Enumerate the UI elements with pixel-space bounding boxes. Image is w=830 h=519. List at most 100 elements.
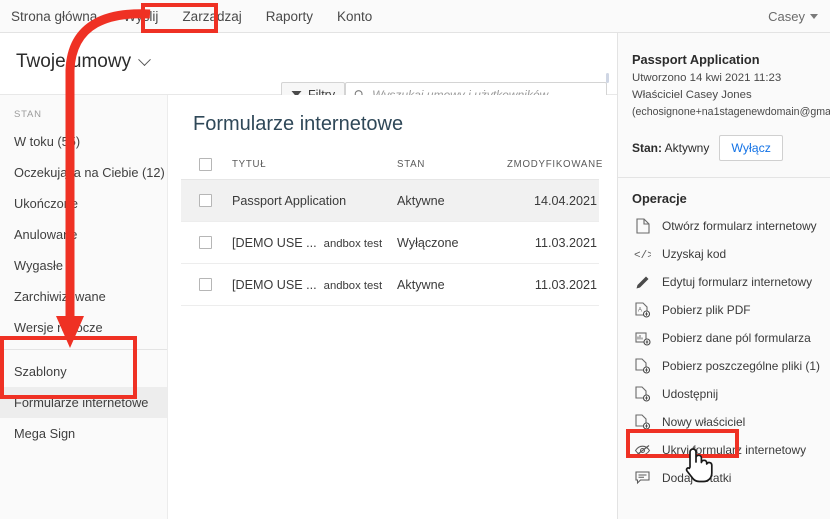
op-label: Uzyskaj kod	[662, 247, 727, 261]
note-icon	[634, 470, 651, 487]
row-title-text: [DEMO USE ...	[232, 235, 317, 250]
op-label: Pobierz dane pól formularza	[662, 331, 811, 345]
op-open-web-form[interactable]: Otwórz formularz internetowy	[618, 212, 830, 240]
row-modified: 11.03.2021	[534, 277, 597, 292]
table-header-row: TYTUŁ STAN ZMODYFIKOWANE	[181, 150, 604, 180]
row-select-cell	[181, 236, 229, 249]
row-checkbox[interactable]	[198, 278, 212, 291]
sidebar-item-completed[interactable]: Ukończone	[0, 188, 167, 219]
status-label-group: Stan: Aktywny	[632, 141, 709, 155]
op-download-form-data[interactable]: Pobierz dane pól formularza	[618, 324, 830, 352]
row-title: [DEMO USE ... andbox test	[229, 236, 397, 250]
status-badge: Aktywny	[664, 141, 710, 155]
op-label: Pobierz poszczególne pliki (1)	[662, 359, 820, 373]
page-title-label: Twoje umowy	[16, 51, 132, 72]
pencil-icon	[634, 274, 651, 291]
row-state: Aktywne	[397, 277, 445, 292]
web-forms-table: TYTUŁ STAN ZMODYFIKOWANE Passport Applic…	[181, 150, 604, 306]
op-label: Otwórz formularz internetowy	[662, 219, 817, 233]
user-menu-label: Casey	[768, 9, 805, 24]
sidebar-divider	[0, 349, 167, 350]
sidebar-item-cancelled[interactable]: Anulowane	[0, 219, 167, 250]
row-title-tail: andbox test	[323, 237, 383, 250]
disable-button[interactable]: Wyłącz	[719, 135, 783, 161]
sidebar-item-in-progress[interactable]: W toku (55)	[0, 126, 167, 157]
nav-send[interactable]: Wyślij	[111, 0, 170, 33]
table-row[interactable]: [DEMO USE ... andbox test Aktywne 11.03.…	[181, 264, 599, 306]
chevron-down-icon	[138, 52, 151, 66]
sidebar-item-templates[interactable]: Szablony	[0, 356, 167, 387]
sidebar-item-waiting-for-you[interactable]: Oczekująca na Ciebie (12)	[0, 157, 167, 188]
form-data-download-icon	[634, 330, 651, 347]
row-title-tail: andbox test	[323, 279, 383, 292]
op-edit-web-form[interactable]: Edytuj formularz internetowy	[618, 268, 830, 296]
row-checkbox[interactable]	[198, 236, 212, 249]
row-state: Wyłączone	[397, 235, 459, 250]
details-created: Utworzono 14 kwi 2021 11:23	[632, 72, 782, 84]
sidebar-section-label: STAN	[14, 109, 42, 120]
row-modified: 11.03.2021	[534, 235, 597, 250]
document-icon	[634, 218, 651, 235]
sidebar: STAN W toku (55) Oczekująca na Ciebie (1…	[0, 95, 168, 519]
code-icon: </>	[634, 246, 651, 263]
status-label: Stan:	[632, 141, 662, 155]
op-add-notes[interactable]: Dodaj notatki	[618, 464, 830, 492]
op-download-individual-files[interactable]: Pobierz poszczególne pliki (1)	[618, 352, 830, 380]
hide-eye-icon	[634, 442, 651, 459]
new-owner-icon	[634, 414, 651, 431]
sidebar-item-mega-sign[interactable]: Mega Sign	[0, 418, 167, 449]
op-hide-web-form[interactable]: Ukryj formularz internetowy	[618, 436, 830, 464]
file-download-icon	[634, 358, 651, 375]
details-owner: Właściciel Casey Jones	[632, 89, 752, 101]
details-owner-email: (echosignone+na1stagenewdomain@gmail.com…	[632, 106, 830, 118]
nav-manage[interactable]: Zarządzaj	[170, 0, 253, 33]
column-header-state: STAN	[397, 159, 426, 170]
operations-title: Operacje	[632, 191, 687, 206]
op-download-pdf[interactable]: A Pobierz plik PDF	[618, 296, 830, 324]
op-label: Edytuj formularz internetowy	[662, 275, 813, 289]
op-label: Pobierz plik PDF	[662, 303, 751, 317]
sidebar-item-expired[interactable]: Wygasłe	[0, 250, 167, 281]
op-share[interactable]: Udostępnij	[618, 380, 830, 408]
scrollbar-thumb[interactable]	[606, 73, 609, 83]
column-header-title: TYTUŁ	[232, 159, 267, 170]
op-new-owner[interactable]: Nowy właściciel	[618, 408, 830, 436]
main-content: Formularze internetowe TYTUŁ STAN ZMODYF…	[168, 95, 612, 519]
row-select-cell	[181, 194, 229, 207]
sidebar-item-archived[interactable]: Zarchiwizowane	[0, 281, 167, 312]
top-nav-items: Strona główna Wyślij Zarządzaj Raporty K…	[0, 0, 384, 32]
top-navigation-bar: Strona główna Wyślij Zarządzaj Raporty K…	[0, 0, 830, 33]
op-label: Ukryj formularz internetowy	[662, 443, 807, 457]
sidebar-item-web-forms[interactable]: Formularze internetowe	[0, 387, 167, 418]
chevron-down-icon	[810, 14, 818, 19]
row-checkbox[interactable]	[198, 194, 212, 207]
row-title-text: [DEMO USE ...	[232, 277, 317, 292]
svg-text:A: A	[638, 308, 642, 314]
row-title: [DEMO USE ... andbox test	[229, 278, 397, 292]
nav-home[interactable]: Strona główna	[11, 0, 111, 33]
row-select-cell	[181, 278, 229, 291]
op-label: Udostępnij	[662, 387, 719, 401]
details-panel: Passport Application Utworzono 14 kwi 20…	[617, 33, 830, 519]
nav-reports[interactable]: Raporty	[254, 0, 325, 33]
page-title[interactable]: Twoje umowy	[16, 51, 151, 73]
op-label: Dodaj notatki	[662, 471, 732, 485]
row-title-text: Passport Application	[232, 193, 347, 208]
user-menu[interactable]: Casey	[768, 0, 818, 33]
nav-account[interactable]: Konto	[325, 0, 384, 33]
row-title: Passport Application	[229, 194, 397, 208]
select-all-checkbox[interactable]	[198, 158, 212, 171]
details-title: Passport Application	[632, 52, 760, 67]
table-row[interactable]: Passport Application Aktywne 14.04.2021	[181, 180, 599, 222]
pdf-download-icon: A	[634, 302, 651, 319]
app-root: Strona główna Wyślij Zarządzaj Raporty K…	[0, 0, 830, 519]
select-all-cell	[181, 158, 229, 171]
row-state: Aktywne	[397, 193, 445, 208]
sidebar-item-drafts[interactable]: Wersje robocze	[0, 312, 167, 343]
table-row[interactable]: [DEMO USE ... andbox test Wyłączone 11.0…	[181, 222, 599, 264]
column-header-modified: ZMODYFIKOWANE	[507, 159, 604, 170]
op-label: Nowy właściciel	[662, 415, 746, 429]
svg-text:</>: </>	[634, 250, 651, 261]
details-status-row: Stan: Aktywny Wyłącz	[618, 121, 830, 161]
op-get-code[interactable]: </> Uzyskaj kod	[618, 240, 830, 268]
